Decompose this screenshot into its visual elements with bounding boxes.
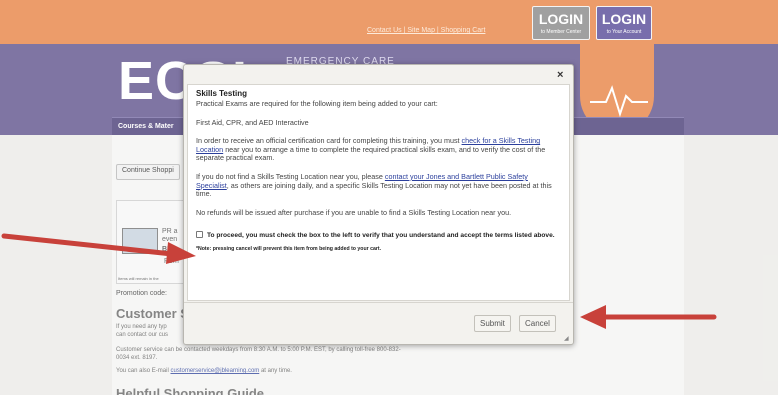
paragraph-text: , as others are joining daily, and a spe… <box>196 180 552 199</box>
close-dialog-button[interactable]: × <box>557 69 563 81</box>
dialog-footer <box>184 302 573 344</box>
submit-button[interactable]: Submit <box>474 315 511 332</box>
resize-grip-icon[interactable]: ◢ <box>564 335 569 342</box>
dialog-title: Skills Testing <box>196 89 247 98</box>
refund-paragraph: No refunds will be issued after purchase… <box>196 207 512 217</box>
specialist-paragraph: If you do not find a Skills Testing Loca… <box>196 172 561 199</box>
paragraph-text: near you to arrange a time to complete t… <box>196 144 546 163</box>
consent-text: To proceed, you must check the box to th… <box>207 232 555 240</box>
cancel-note: *Note: pressing cancel will prevent this… <box>196 246 382 253</box>
dialog-intro: Practical Exams are required for the fol… <box>196 99 438 108</box>
left-arrow-icon <box>1 233 196 264</box>
cancel-button[interactable]: Cancel <box>519 315 556 332</box>
certification-paragraph: In order to receive an official certific… <box>196 136 561 163</box>
dialog-body: Skills Testing Practical Exams are requi… <box>187 84 570 301</box>
consent-row: To proceed, you must check the box to th… <box>196 231 561 240</box>
course-name: First Aid, CPR, and AED Interactive <box>196 117 309 127</box>
right-arrow-icon <box>580 305 717 329</box>
